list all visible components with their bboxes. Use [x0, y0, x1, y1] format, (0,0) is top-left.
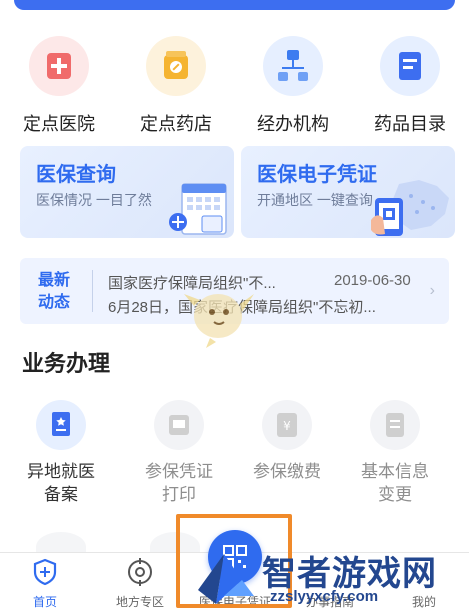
business-label: 参保凭证 打印: [124, 460, 234, 506]
nav-home[interactable]: 首页: [0, 557, 90, 610]
top-banner[interactable]: [14, 0, 455, 10]
news-tag-line: 最新: [38, 272, 71, 289]
basic-info-change-item[interactable]: 基本信息 变更: [340, 400, 450, 506]
quick-entry-label: 定点药店: [140, 114, 212, 134]
business-label-line: 参保凭证: [145, 462, 213, 481]
agency-entry[interactable]: 经办机构: [243, 36, 343, 136]
card-title: 医保查询: [36, 164, 116, 186]
mascot-watermark-icon: [184, 294, 254, 348]
divider: [92, 270, 93, 312]
site-watermark: 智者游戏网 zzslyyxcfy.com: [192, 546, 469, 611]
news-tag: 最新 动态: [38, 270, 78, 314]
quick-entry-label: 药品目录: [374, 114, 446, 134]
quick-entry-label: 经办机构: [257, 114, 329, 134]
business-label-line: 异地就医: [27, 462, 95, 481]
quick-entry-label: 定点医院: [23, 114, 95, 134]
business-label-line: 参保缴费: [253, 462, 321, 481]
fixed-hospital-entry[interactable]: 定点医院: [9, 36, 109, 136]
news-tag-line: 动态: [38, 294, 71, 311]
catalog-icon: [380, 36, 440, 96]
business-label-line: 变更: [378, 485, 412, 504]
card-subtitle: 开通地区 一键查询: [257, 192, 373, 208]
business-label-line: 基本信息: [361, 462, 429, 481]
drug-catalog-entry[interactable]: 药品目录: [360, 36, 460, 136]
location-target-icon: [125, 557, 155, 587]
business-grid: 异地就医 备案 参保凭证 打印 ¥ 参保缴费 基本信息 变更: [0, 400, 469, 510]
nav-local-zone[interactable]: 地方专区: [95, 557, 185, 610]
fixed-pharmacy-entry[interactable]: 定点药店: [126, 36, 226, 136]
section-title: 业务办理: [22, 351, 111, 376]
business-label-line: 备案: [44, 485, 78, 504]
business-label: 参保缴费: [232, 460, 342, 483]
card-subtitle: 医保情况 一目了然: [36, 192, 152, 208]
watermark-url: zzslyyxcfy.com: [270, 588, 379, 605]
card-title: 医保电子凭证: [257, 164, 377, 186]
yen-payment-icon: ¥: [262, 400, 312, 450]
voucher-print-item[interactable]: 参保凭证 打印: [124, 400, 234, 506]
pharmacy-icon: [146, 36, 206, 96]
nav-label: 首页: [32, 595, 57, 609]
info-change-icon: [370, 400, 420, 450]
home-shield-icon: [30, 557, 60, 587]
quick-entry-row: 定点医院 定点药店 经办机构 药品目录: [0, 36, 469, 136]
remote-medical-filing-item[interactable]: 异地就医 备案: [6, 400, 116, 506]
chevron-right-icon[interactable]: ›: [430, 282, 435, 300]
document-calendar-icon: [169, 183, 227, 235]
news-date: 2019-06-30: [334, 272, 411, 289]
hospital-icon: [29, 36, 89, 96]
insurance-query-card[interactable]: 医保查询 医保情况 一目了然: [20, 146, 234, 238]
insurance-payment-item[interactable]: ¥ 参保缴费: [232, 400, 342, 483]
e-voucher-card[interactable]: 医保电子凭证 开通地区 一键查询: [241, 146, 455, 238]
svg-text:¥: ¥: [283, 419, 291, 433]
org-chart-icon: [263, 36, 323, 96]
business-label-line: 打印: [162, 485, 196, 504]
watermark-logo-icon: [198, 554, 254, 604]
print-icon: [154, 400, 204, 450]
business-label: 异地就医 备案: [6, 460, 116, 506]
map-phone-icon: [371, 180, 449, 236]
nav-label: 地方专区: [115, 595, 164, 609]
remote-medical-icon: [36, 400, 86, 450]
business-label: 基本信息 变更: [340, 460, 450, 506]
